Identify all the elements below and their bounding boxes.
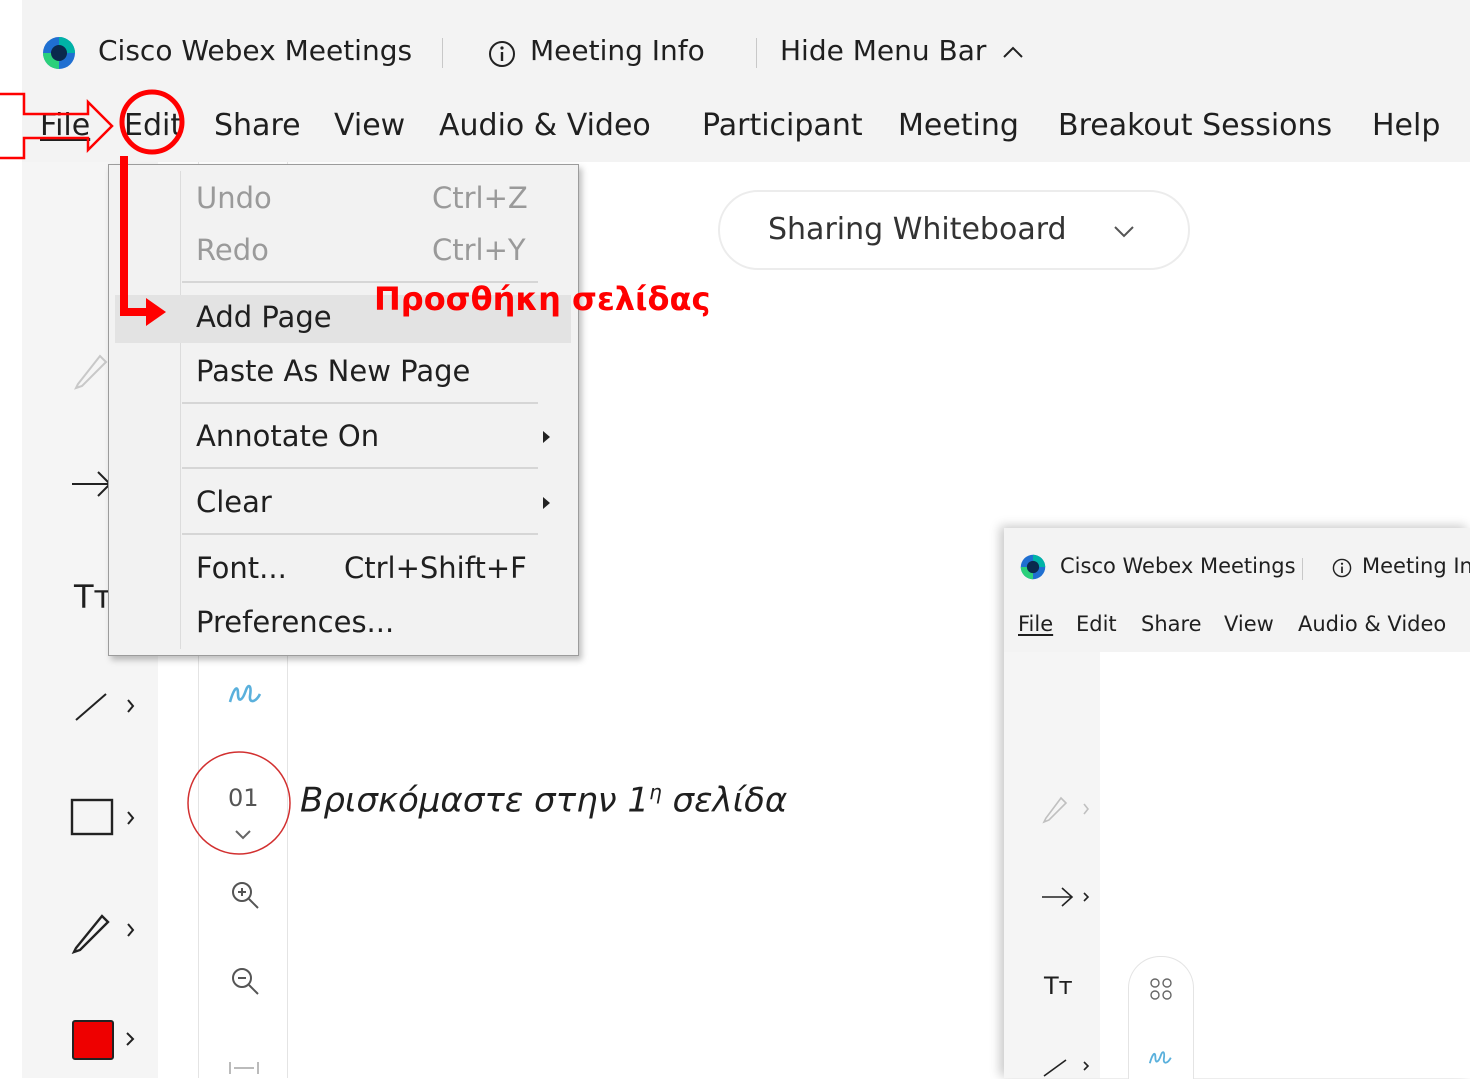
chevron-down-icon — [1114, 226, 1134, 238]
inset-menu-audio-video[interactable]: Audio & Video — [1298, 612, 1446, 636]
info-icon — [1332, 558, 1352, 578]
redo-shortcut: Ctrl+Y — [432, 233, 526, 267]
text-tool-icon[interactable]: Tт — [74, 578, 112, 616]
sharing-status-label: Sharing Whiteboard — [768, 212, 1067, 247]
app-title: Cisco Webex Meetings — [98, 34, 413, 67]
page-caption-text: Βρισκόμαστε στην 1 — [300, 780, 650, 821]
menu-meeting[interactable]: Meeting — [898, 108, 1019, 143]
title-divider — [756, 38, 757, 68]
sharing-whiteboard-dropdown[interactable]: Sharing Whiteboard — [718, 190, 1190, 270]
title-divider — [1302, 558, 1303, 580]
thumbnails-grid-icon[interactable] — [1149, 977, 1173, 1001]
submenu-arrow-icon — [543, 431, 550, 443]
inset-app-title: Cisco Webex Meetings — [1060, 554, 1296, 578]
highlighter-icon[interactable] — [1040, 794, 1094, 824]
inset-page-tool-rail — [1128, 956, 1194, 1079]
arrow-pointer-icon[interactable] — [1040, 884, 1094, 910]
scribble-icon[interactable] — [226, 676, 266, 710]
undo-shortcut: Ctrl+Z — [432, 181, 528, 215]
fit-width-icon[interactable] — [226, 1058, 262, 1078]
line-tool-icon[interactable] — [72, 686, 140, 726]
inset-menu-edit[interactable]: Edit — [1076, 612, 1117, 636]
menu-view[interactable]: View — [334, 108, 405, 143]
menu-separator — [182, 402, 538, 404]
hide-menu-bar-button[interactable]: Hide Menu Bar — [780, 34, 1025, 67]
menu-item-paste-as-new-page[interactable]: Paste As New Page — [196, 354, 470, 388]
inset-menu-view[interactable]: View — [1224, 612, 1274, 636]
annotation-arrows — [0, 89, 185, 326]
menu-share[interactable]: Share — [214, 108, 301, 143]
menu-participant[interactable]: Participant — [702, 108, 863, 143]
menu-item-undo[interactable]: Undo — [196, 181, 272, 215]
inset-annotation-toolbar — [1004, 652, 1100, 1078]
inset-menu-share[interactable]: Share — [1141, 612, 1202, 636]
line-tool-icon[interactable] — [1040, 1054, 1094, 1078]
zoom-out-icon[interactable] — [228, 964, 262, 998]
menu-item-preferences[interactable]: Preferences... — [196, 605, 394, 639]
color-picker[interactable] — [70, 1018, 142, 1064]
highlighter-icon[interactable] — [70, 350, 112, 392]
menu-help[interactable]: Help — [1372, 108, 1440, 143]
add-page-caption: Προσθήκη σελίδας — [374, 280, 711, 318]
page-number-highlight-circle — [187, 751, 291, 855]
zoom-in-icon[interactable] — [228, 878, 262, 912]
scribble-icon[interactable] — [1147, 1045, 1175, 1069]
webex-logo-icon — [1020, 554, 1046, 580]
inset-meeting-info: Meeting Inf — [1362, 554, 1470, 578]
webex-logo-icon — [43, 37, 75, 69]
hide-menu-bar-label: Hide Menu Bar — [780, 34, 987, 67]
menu-item-font[interactable]: Font... — [196, 551, 287, 585]
menu-item-annotate-on[interactable]: Annotate On — [196, 419, 379, 453]
font-shortcut: Ctrl+Shift+F — [344, 551, 527, 585]
chevron-up-icon — [1003, 46, 1024, 58]
shape-tool-icon[interactable] — [70, 796, 142, 840]
inset-menu-file[interactable]: File — [1018, 612, 1053, 636]
menu-item-clear[interactable]: Clear — [196, 485, 272, 519]
page-caption-sup: η — [649, 780, 662, 804]
menu-audio-video[interactable]: Audio & Video — [439, 108, 651, 143]
menu-separator — [182, 533, 538, 535]
submenu-arrow-icon — [543, 497, 550, 509]
menu-item-add-page[interactable]: Add Page — [196, 300, 332, 334]
color-swatch — [72, 1020, 114, 1060]
chevron-right-icon — [126, 1032, 135, 1046]
text-tool-icon[interactable]: Tт — [1044, 972, 1073, 1000]
page-caption-suffix: σελίδα — [661, 780, 788, 821]
title-divider — [442, 38, 443, 68]
inset-screenshot-window: Cisco Webex Meetings Meeting Inf File Ed… — [1004, 528, 1470, 1079]
page-caption: Βρισκόμαστε στην 1η σελίδα — [300, 780, 787, 820]
menu-breakout-sessions[interactable]: Breakout Sessions — [1058, 108, 1332, 143]
pen-tool-icon[interactable] — [70, 906, 142, 954]
menu-item-redo[interactable]: Redo — [196, 233, 269, 267]
meeting-info-label: Meeting Info — [530, 34, 705, 67]
menu-separator — [182, 467, 538, 469]
info-icon — [489, 41, 515, 67]
